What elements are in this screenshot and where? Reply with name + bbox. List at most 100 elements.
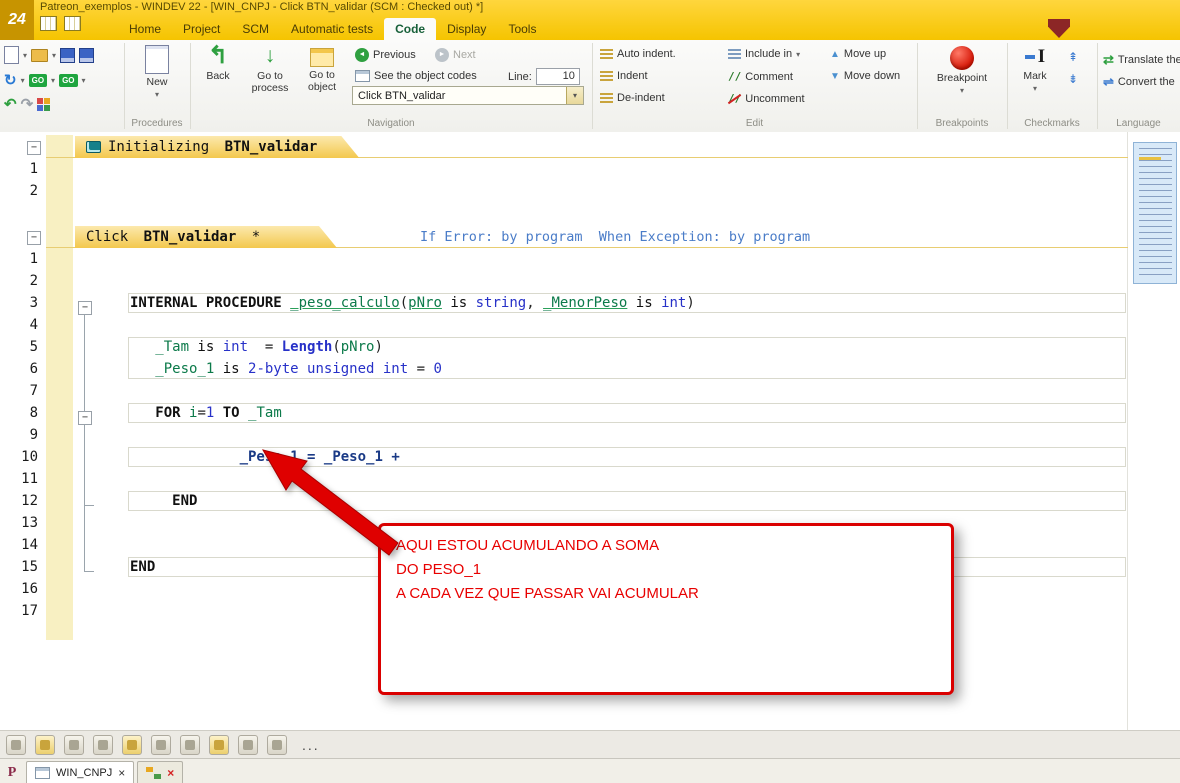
element-icon-1[interactable] [6,734,26,755]
code-line[interactable]: 2 [0,270,1180,292]
tab-automatic-tests[interactable]: Automatic tests [280,18,384,40]
quick-access-grid-icon[interactable] [40,16,57,31]
fold-toggle-icon[interactable]: − [78,301,92,315]
redo-icon[interactable]: ↷ [21,95,34,113]
code-line[interactable]: 12 END [0,490,1180,512]
move-up-label: Move up [843,48,887,60]
include-in-button[interactable]: Include in ▾ [728,48,800,60]
breakpoint-button[interactable]: Breakpoint ▾ [933,46,991,95]
environment-icon[interactable] [37,97,51,111]
back-button[interactable]: ↰ Back [196,44,240,83]
code-line[interactable]: 6 _Peso_1 is 2-byte unsigned int = 0 [0,358,1180,380]
element-icon-5[interactable] [122,734,142,755]
move-down-button[interactable]: ▼ Move down [830,70,900,82]
chevron-down-icon[interactable]: ▾ [23,51,27,60]
element-icon-10[interactable] [267,734,287,755]
comment-button[interactable]: // Comment [728,70,793,83]
group-label-procedures: Procedures [131,118,183,129]
section-tab[interactable]: Click BTN_validar * [75,226,337,248]
element-icon-4[interactable] [93,734,113,755]
line-number-input[interactable]: 10 [535,68,580,85]
undo-icon[interactable]: ↶ [4,95,17,113]
element-icon-9[interactable] [238,734,258,755]
next-mark-button[interactable]: ⇟ [1068,72,1078,86]
new-procedure-button[interactable]: New ▾ [135,45,179,99]
deindent-button[interactable]: De-indent [600,92,665,104]
go-project-icon[interactable]: GO [59,73,78,87]
uncomment-label: Uncomment [745,92,805,105]
move-up-button[interactable]: ▲ Move up [830,48,886,60]
next-button[interactable]: ► Next [435,48,476,62]
indent-label: Indent [617,70,648,82]
code-line[interactable]: 5 _Tam is int = Length(pNro) [0,336,1180,358]
ribbon: ▾ ▾ ↻ ▾ GO ▾ GO ▾ ↶ ↷ New ▾ ↰ Back ↓ Go … [0,40,1180,133]
code-token: = [197,405,206,421]
code-editor[interactable]: − Initializing BTN_validar 1 2− Click BTN_va… [0,132,1180,730]
code-minimap[interactable] [1133,142,1177,284]
previous-mark-button[interactable]: ⇞ [1068,50,1078,64]
project-logo-icon[interactable]: P [3,762,21,783]
save-icon[interactable] [60,47,76,63]
new-file-icon[interactable] [4,46,19,64]
go-to-process-button[interactable]: ↓ Go to process [246,44,294,94]
brand-pennant-icon [1048,19,1070,38]
chevron-down-icon[interactable]: ▾ [21,76,25,85]
go-to-object-button[interactable]: Go to object [298,44,346,93]
go-test-icon[interactable]: GO [28,73,48,87]
code-line[interactable]: 1 [0,158,1180,180]
navigation-group: ↰ Back ↓ Go to process Go to object ◄ Pr… [190,40,592,117]
chevron-down-icon[interactable]: ▾ [51,76,55,85]
quick-access-columns-icon[interactable] [64,16,81,31]
fold-toggle-icon[interactable]: − [78,411,92,425]
convert-button[interactable]: ⇌ Convert the [1103,74,1175,90]
tab-display[interactable]: Display [436,18,497,40]
code-token: = [248,339,282,355]
uncomment-button[interactable]: // Uncomment [728,92,805,105]
code-line[interactable]: 1 [0,248,1180,270]
see-object-codes-button[interactable]: See the object codes [355,70,477,82]
chevron-down-icon[interactable]: ▾ [52,51,56,60]
element-icon-2[interactable] [35,734,55,755]
tab-tools[interactable]: Tools [497,18,547,40]
close-icon[interactable]: × [118,767,125,779]
indent-button[interactable]: Indent [600,70,648,82]
code-line[interactable]: 8 FOR i=1 TO _Tam [0,402,1180,424]
code-line[interactable]: 3 INTERNAL PROCEDURE _peso_calculo(pNro i… [0,292,1180,314]
sync-icon[interactable]: ↻ [4,71,17,89]
code-line[interactable]: 11 [0,468,1180,490]
tab-home[interactable]: Home [118,18,172,40]
tab-project[interactable]: Project [172,18,231,40]
code-line[interactable]: 4 [0,314,1180,336]
code-line[interactable]: 10 _Peso_1 = _Peso_1 + [0,446,1180,468]
mark-button[interactable]: I Mark ▾ [1013,46,1057,93]
element-icon-7[interactable] [180,734,200,755]
close-icon[interactable]: × [167,767,174,779]
element-icon-8[interactable] [209,734,229,755]
element-icon-3[interactable] [64,734,84,755]
chevron-down-icon[interactable]: ▾ [82,76,86,85]
save-all-icon[interactable] [79,47,95,63]
document-tab-win-cnpj[interactable]: WIN_CNPJ × [26,761,135,783]
section-tab[interactable]: Initializing BTN_validar [75,136,359,158]
chevron-down-icon: ▾ [796,49,801,59]
section-fold-toggle-icon[interactable]: − [27,231,41,245]
open-folder-icon[interactable] [31,48,49,62]
code-line[interactable]: 7 [0,380,1180,402]
tab-scm[interactable]: SCM [231,18,280,40]
chevron-down-icon[interactable]: ▾ [566,87,583,104]
include-lines-icon [728,48,741,60]
event-selector-combobox[interactable]: Click BTN_validar ▾ [352,86,584,105]
previous-button[interactable]: ◄ Previous [355,48,416,62]
more-icon[interactable]: ... [302,737,320,753]
edit-group: Auto indent. Indent De-indent Include in… [592,40,917,117]
section-fold-toggle-icon[interactable]: − [27,141,41,155]
translate-button[interactable]: ⇄ Translate the [1103,52,1180,68]
document-tab-diagram[interactable]: × [137,761,184,783]
code-line[interactable]: 2 [0,180,1180,202]
element-icon-6[interactable] [151,734,171,755]
tab-code[interactable]: Code [384,18,437,40]
code-line[interactable]: 9 [0,424,1180,446]
line-number: 1 [29,251,38,267]
auto-indent-button[interactable]: Auto indent. [600,48,676,60]
